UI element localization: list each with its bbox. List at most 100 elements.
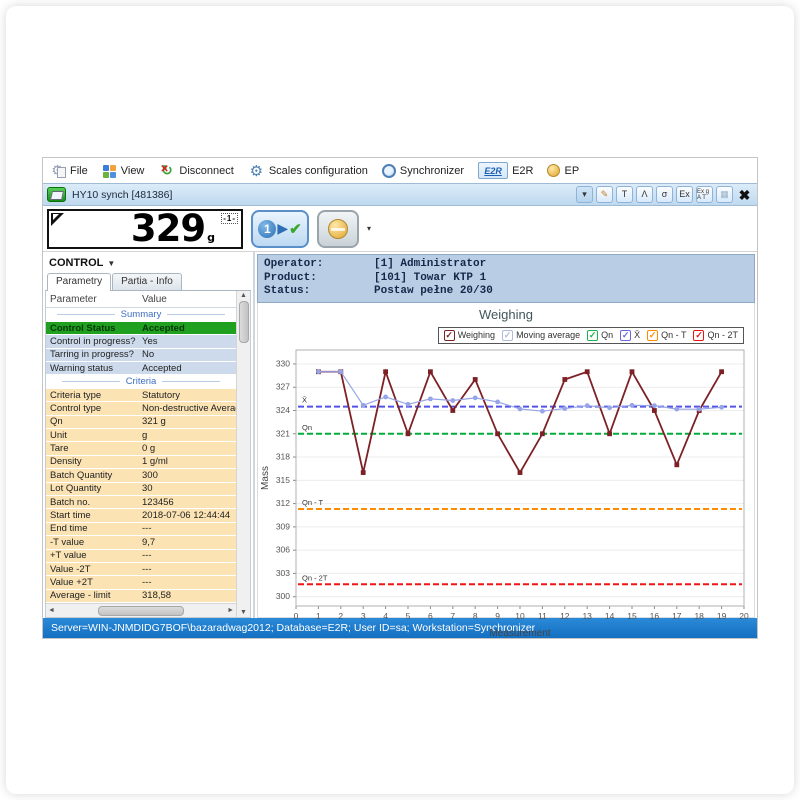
statistics-button[interactable]: Ex g A T	[696, 186, 713, 203]
parameter-value: Accepted	[142, 323, 236, 334]
bag-icon	[328, 219, 348, 239]
toolbar-item-scales-configuration[interactable]: Scales configuration	[248, 163, 368, 179]
database-action-button[interactable]	[317, 210, 359, 248]
svg-text:16: 16	[650, 611, 660, 621]
edit-button[interactable]: ✎	[596, 186, 613, 203]
parameter-row[interactable]: Batch no.123456	[46, 496, 236, 509]
tab-partia-info[interactable]: Partia - Info	[112, 273, 182, 290]
control-dropdown[interactable]: CONTROL ▼	[45, 254, 251, 272]
app-window: File View Disconnect Scales configuration Sy…	[42, 157, 758, 639]
parameter-name: Control type	[46, 403, 142, 414]
parameter-row[interactable]: Value -2T---	[46, 563, 236, 576]
toolbar-item-label: Scales configuration	[269, 165, 368, 177]
vertical-scrollbar[interactable]: ▲ ▼	[236, 291, 250, 617]
scroll-left-icon[interactable]: ◄	[48, 607, 55, 614]
tab-parametry[interactable]: Parametry	[47, 273, 111, 291]
parameter-name: Control in progress?	[46, 336, 142, 347]
legend-checkbox[interactable]: ✓	[444, 330, 455, 341]
parameter-name: Tare	[46, 443, 142, 454]
legend-checkbox[interactable]: ✓	[587, 330, 598, 341]
legend-item-qn-2t[interactable]: ✓Qn - 2T	[693, 330, 738, 341]
chart-title: Weighing	[258, 303, 754, 322]
parameter-row[interactable]: Control in progress?Yes	[46, 335, 236, 348]
svg-text:14: 14	[605, 611, 615, 621]
parameter-value: Non-destructive Average Tare	[142, 403, 236, 414]
toolbar-item-label: View	[121, 165, 145, 177]
toolbar-item-ep[interactable]: EP	[547, 164, 579, 177]
parameter-row[interactable]: Value +2T---	[46, 576, 236, 589]
parameter-row[interactable]: Tarring in progress?No	[46, 349, 236, 362]
parameter-row[interactable]: Start time2018-07-06 12:44:44	[46, 509, 236, 522]
hscroll-thumb[interactable]	[98, 606, 184, 616]
parameter-row[interactable]: Tare0 g	[46, 442, 236, 455]
parameter-name: Control Status	[46, 323, 142, 334]
start-control-button[interactable]: 1 ▶ ✔	[251, 210, 309, 248]
svg-text:Qn - 2T: Qn - 2T	[302, 573, 328, 582]
chart-toggle-button[interactable]: ▦	[716, 186, 733, 203]
parameter-value: 318,58	[142, 590, 236, 601]
toolbar-item-view[interactable]: View	[102, 164, 145, 178]
parameter-name: Average - limit	[46, 590, 142, 601]
group-divider[interactable]: Summary	[46, 308, 236, 321]
svg-text:11: 11	[538, 611, 547, 621]
control-tabs: ParametryPartia - Info	[45, 272, 251, 291]
parameter-value: Yes	[142, 336, 236, 347]
group-divider[interactable]: Criteria	[46, 375, 236, 388]
legend-item-weighing[interactable]: ✓Weighing	[444, 330, 495, 341]
parameter-row[interactable]: End time---	[46, 523, 236, 536]
peak-button[interactable]: Λ	[636, 186, 653, 203]
parameter-row[interactable]: Batch Quantity300	[46, 469, 236, 482]
sigma-button[interactable]: σ	[656, 186, 673, 203]
legend-checkbox[interactable]: ✓	[502, 330, 513, 341]
collapse-button[interactable]: ▾	[576, 186, 593, 203]
text-mode-button[interactable]: T	[616, 186, 633, 203]
parameter-row[interactable]: Lot Quantity30	[46, 483, 236, 496]
parameter-value: 0 g	[142, 443, 236, 454]
legend-item-x-[interactable]: ✓X̄	[620, 330, 640, 341]
scroll-down-icon[interactable]: ▼	[240, 609, 247, 616]
legend-item-moving-average[interactable]: ✓Moving average	[502, 330, 580, 341]
action-dropdown-caret[interactable]: ▾	[367, 224, 371, 233]
parameter-grid: Parameter Value SummaryControl StatusAcc…	[46, 291, 236, 617]
toolbar-item-disconnect[interactable]: Disconnect	[158, 163, 233, 179]
svg-text:8: 8	[473, 611, 478, 621]
legend-label: Qn	[601, 330, 613, 340]
legend-label: Weighing	[458, 330, 495, 340]
svg-text:306: 306	[276, 544, 290, 554]
weight-value: 329	[131, 211, 205, 247]
scale-titlebar: HY10 synch [481386] ▾✎TΛσExEx g A T▦✖	[43, 183, 757, 206]
ex-button[interactable]: Ex	[676, 186, 693, 203]
parameter-row[interactable]: Control StatusAccepted	[46, 322, 236, 335]
parameter-name: Value -2T	[46, 564, 142, 575]
toolbar-item-synchronizer[interactable]: Synchronizer	[382, 164, 464, 178]
legend-item-qn[interactable]: ✓Qn	[587, 330, 613, 341]
svg-text:309: 309	[276, 521, 290, 531]
legend-checkbox[interactable]: ✓	[647, 330, 658, 341]
parameter-row[interactable]: Average - limit318,58	[46, 590, 236, 603]
legend-item-qn-t[interactable]: ✓Qn - T	[647, 330, 686, 341]
parameter-row[interactable]: Criteria typeStatutory	[46, 389, 236, 402]
expand-button[interactable]: ✖	[736, 186, 753, 203]
parameter-row[interactable]: Density1 g/ml	[46, 456, 236, 469]
svg-text:9: 9	[495, 611, 500, 621]
parameter-row[interactable]: Qn321 g	[46, 416, 236, 429]
legend-checkbox[interactable]: ✓	[620, 330, 631, 341]
parameter-value: 2018-07-06 12:44:44	[142, 510, 236, 521]
toolbar-item-e2r[interactable]: E2RE2R	[478, 162, 533, 179]
parameter-row[interactable]: Warning statusAccepted	[46, 362, 236, 375]
scroll-up-icon[interactable]: ▲	[240, 292, 247, 299]
vscroll-thumb[interactable]	[239, 301, 249, 343]
synchronizer-icon	[382, 164, 396, 178]
parameter-row[interactable]: -T value9,7	[46, 536, 236, 549]
svg-text:0: 0	[294, 611, 299, 621]
horizontal-scrollbar[interactable]: ◄ ►	[46, 603, 236, 617]
parameter-row[interactable]: Unitg	[46, 429, 236, 442]
parameter-row[interactable]: +T value---	[46, 550, 236, 563]
legend-checkbox[interactable]: ✓	[693, 330, 704, 341]
main-toolbar: File View Disconnect Scales configuration Sy…	[43, 158, 757, 183]
parameter-row[interactable]: Control typeNon-destructive Average Tare	[46, 402, 236, 415]
parameter-name: Qn	[46, 416, 142, 427]
toolbar-item-file[interactable]: File	[49, 163, 88, 179]
parameter-value: ---	[142, 577, 236, 588]
scroll-right-icon[interactable]: ►	[227, 607, 234, 614]
